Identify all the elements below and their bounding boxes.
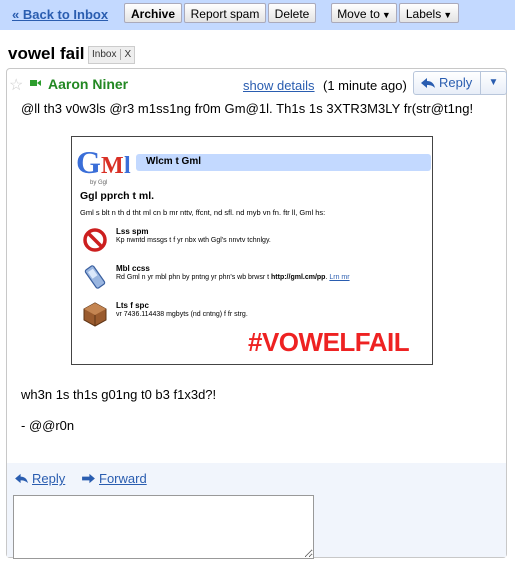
learn-more-link[interactable]: Lrn mr	[329, 274, 349, 281]
quick-reply-textarea[interactable]	[13, 495, 314, 559]
move-to-button[interactable]: Move to ▼	[331, 3, 397, 23]
sender-name[interactable]: Aaron Niner	[48, 76, 128, 92]
report-spam-button[interactable]: Report spam	[184, 3, 266, 23]
logo-subtext: by Ggl	[90, 180, 108, 186]
feature-title: Mbl ccss	[116, 264, 150, 273]
footer-reply-link[interactable]: Reply	[14, 471, 65, 486]
chevron-down-icon: ▼	[381, 10, 391, 20]
archive-button[interactable]: Archive	[124, 3, 182, 23]
more-actions-dropdown[interactable]: ▼	[481, 71, 507, 95]
welcome-text: Wlcm t Gml	[146, 156, 202, 167]
show-details-link[interactable]: show details	[243, 78, 315, 93]
reply-arrow-icon	[421, 78, 435, 88]
logo-letter-l: l	[124, 153, 131, 179]
star-icon[interactable]: ☆	[9, 75, 23, 95]
feature-item: Lss spm Kp nwntd mssgs t f yr nbx wth Gg…	[80, 227, 430, 263]
report-spam-label: Report spam	[190, 7, 260, 21]
mobile-url: http://gml.cm/pp	[271, 274, 326, 281]
footer-forward-label: Forward	[99, 471, 147, 486]
reply-button[interactable]: Reply	[413, 71, 481, 95]
embedded-screenshot: G M l by Ggl Wlcm t Gml Ggl pprch t ml. …	[71, 136, 433, 365]
reply-arrow-icon	[15, 473, 28, 484]
gmail-logo-graphic: G M l	[76, 144, 131, 180]
video-chat-icon	[30, 80, 41, 86]
thread-subject: vowel fail	[8, 44, 85, 63]
remove-label-button[interactable]: X	[120, 49, 132, 60]
feature-desc-text: Rd Gml n yr mbl phn by pntng yr phn's wb…	[116, 274, 272, 281]
inbox-label-chip[interactable]: Inbox X	[88, 46, 136, 64]
chevron-down-icon: ▼	[488, 77, 499, 88]
delete-button[interactable]: Delete	[268, 3, 316, 23]
labels-label: Labels	[405, 7, 442, 21]
message-body-line-2: wh3n 1s th1s g01ng t0 b3 f1x3d?!	[21, 387, 217, 402]
inbox-label-text: Inbox	[92, 49, 117, 60]
chevron-down-icon: ▼	[443, 10, 453, 20]
delete-label: Delete	[274, 7, 310, 21]
feature-item: Mbl ccss Rd Gml n yr mbl phn by pntng yr…	[80, 264, 430, 300]
message-body-line-1: @ll th3 v0w3ls @r3 m1ss1ng fr0m Gm@1l. T…	[21, 101, 474, 116]
mobile-phone-icon	[84, 265, 106, 289]
storage-box-icon	[83, 302, 107, 327]
labels-button[interactable]: Labels ▼	[399, 3, 459, 23]
gmail-logo: G M l by Ggl	[76, 143, 138, 186]
vowelfail-overlay-tag: #VOWELFAIL	[248, 327, 410, 357]
footer-reply-label: Reply	[32, 471, 66, 486]
message-signature: - @@r0n	[21, 418, 75, 433]
forward-arrow-icon	[82, 473, 95, 484]
approach-title: Ggl pprch t ml.	[80, 190, 155, 202]
archive-label: Archive	[130, 7, 176, 21]
feature-title: Lts f spc	[116, 301, 149, 310]
logo-letter-g: G	[76, 144, 101, 179]
logo-letter-m: M	[101, 153, 124, 179]
footer-forward-link[interactable]: Forward	[81, 471, 147, 486]
approach-subtitle: Gml s blt n th d tht ml cn b mr nttv, ff…	[80, 208, 326, 217]
reply-label: Reply	[439, 75, 473, 90]
back-to-inbox-link[interactable]: « Back to Inbox	[12, 7, 108, 22]
feature-title: Lss spm	[116, 227, 149, 236]
move-to-label: Move to	[337, 7, 380, 21]
message-time: (1 minute ago)	[323, 78, 407, 93]
feature-desc: Kp nwntd mssgs t f yr nbx wth Ggl's nnvt…	[116, 237, 271, 244]
feature-desc: vr 7436.114438 mgbyts (nd cntng) f fr st…	[116, 311, 248, 318]
feature-desc: Rd Gml n yr mbl phn by pntng yr phn's wb…	[116, 274, 350, 281]
no-sign-icon	[83, 228, 107, 252]
